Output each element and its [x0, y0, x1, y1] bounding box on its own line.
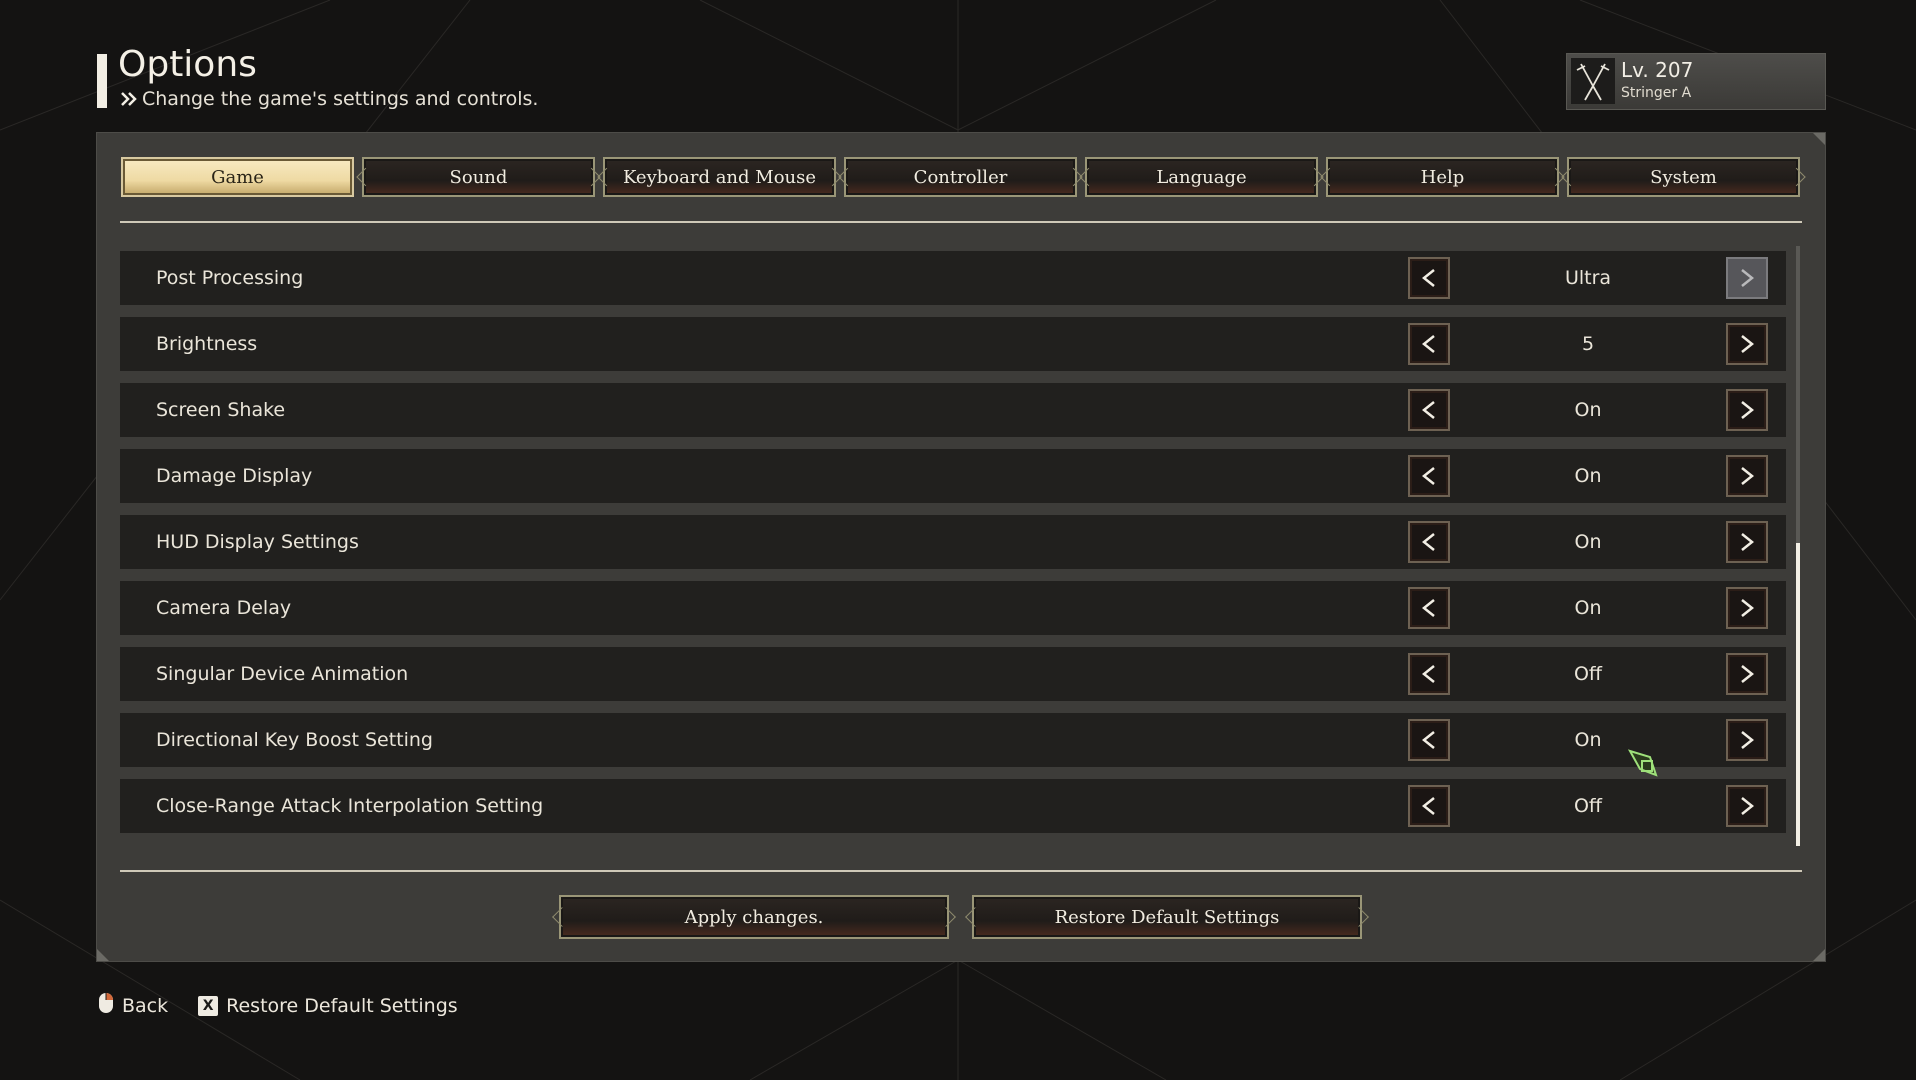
chevron-right-icon	[1741, 269, 1755, 287]
setting-row-brightness[interactable]: Brightness 5	[120, 317, 1786, 371]
increase-button[interactable]	[1726, 257, 1768, 299]
back-hint[interactable]: Back	[98, 992, 168, 1019]
setting-row-post-processing[interactable]: Post Processing Ultra	[120, 251, 1786, 305]
chevron-right-icon	[1741, 335, 1755, 353]
chevron-left-icon	[1421, 797, 1435, 815]
setting-value: On	[1574, 531, 1602, 553]
decrease-button[interactable]	[1408, 389, 1450, 431]
setting-label: Singular Device Animation	[156, 663, 409, 685]
page-subtitle: Change the game's settings and controls.	[120, 88, 538, 110]
title-accent-bar	[97, 54, 107, 108]
setting-value: Off	[1573, 663, 1603, 685]
increase-button[interactable]	[1726, 521, 1768, 563]
panel-corner-decoration	[1813, 949, 1825, 961]
restore-hint[interactable]: X Restore Default Settings	[198, 995, 458, 1017]
setting-label: Brightness	[156, 333, 258, 355]
setting-value: On	[1574, 729, 1602, 751]
decrease-button[interactable]	[1408, 653, 1450, 695]
tab-language[interactable]: Language	[1085, 157, 1318, 197]
tab-system[interactable]: System	[1567, 157, 1800, 197]
setting-row-damage-display[interactable]: Damage Display On	[120, 449, 1786, 503]
restore-defaults-button[interactable]: Restore Default Settings	[972, 895, 1362, 939]
decrease-button[interactable]	[1408, 785, 1450, 827]
page-title: Options	[118, 44, 257, 85]
chevron-left-icon	[1421, 401, 1435, 419]
chevron-left-icon	[1421, 269, 1435, 287]
setting-value: Off	[1573, 795, 1603, 817]
chevron-left-icon	[1421, 731, 1435, 749]
increase-button[interactable]	[1726, 719, 1768, 761]
subtitle-text: Change the game's settings and controls.	[142, 88, 539, 110]
divider	[120, 870, 1802, 872]
setting-value: Ultra	[1564, 267, 1612, 289]
setting-value: 5	[1581, 333, 1595, 355]
options-panel: Game Sound Keyboard and Mouse Controller…	[96, 132, 1826, 962]
setting-label: Close-Range Attack Interpolation Setting	[156, 795, 544, 817]
chevron-right-icon	[1741, 797, 1755, 815]
chevron-left-icon	[1421, 665, 1435, 683]
chevron-right-icon	[1741, 401, 1755, 419]
increase-button[interactable]	[1726, 455, 1768, 497]
divider	[120, 221, 1802, 223]
setting-label: Screen Shake	[156, 399, 286, 421]
chevron-left-icon	[1421, 335, 1435, 353]
mouse-icon	[98, 992, 114, 1019]
x-key-icon: X	[198, 995, 219, 1016]
scrollbar-thumb[interactable]	[1796, 543, 1800, 846]
chevron-left-icon	[1421, 599, 1435, 617]
player-level: Lv. 207	[1621, 58, 1694, 82]
setting-label: Post Processing	[156, 267, 304, 289]
tab-bar: Game Sound Keyboard and Mouse Controller…	[121, 157, 1800, 197]
setting-label: Camera Delay	[156, 597, 292, 619]
increase-button[interactable]	[1726, 323, 1768, 365]
player-badge: Lv. 207 Stringer A	[1566, 53, 1826, 110]
double-chevron-icon	[121, 92, 137, 106]
setting-value: On	[1574, 597, 1602, 619]
apply-changes-button[interactable]: Apply changes.	[559, 895, 949, 939]
game-cursor-icon	[1628, 749, 1658, 777]
increase-button[interactable]	[1726, 653, 1768, 695]
chevron-right-icon	[1741, 665, 1755, 683]
settings-list: Post Processing Ultra Brightness 5 Scree…	[120, 251, 1786, 845]
increase-button[interactable]	[1726, 389, 1768, 431]
restore-label: Restore Default Settings	[226, 994, 458, 1017]
setting-row-directional-key-boost[interactable]: Directional Key Boost Setting On	[120, 713, 1786, 767]
tab-help[interactable]: Help	[1326, 157, 1559, 197]
setting-label: Damage Display	[156, 465, 313, 487]
decrease-button[interactable]	[1408, 587, 1450, 629]
setting-row-camera-delay[interactable]: Camera Delay On	[120, 581, 1786, 635]
decrease-button[interactable]	[1408, 521, 1450, 563]
class-emblem-icon	[1571, 58, 1615, 104]
back-label: Back	[122, 994, 169, 1017]
decrease-button[interactable]	[1408, 257, 1450, 299]
chevron-right-icon	[1741, 599, 1755, 617]
decrease-button[interactable]	[1408, 719, 1450, 761]
panel-corner-decoration	[1813, 133, 1825, 145]
tab-keyboard-and-mouse[interactable]: Keyboard and Mouse	[603, 157, 836, 197]
tab-sound[interactable]: Sound	[362, 157, 595, 197]
increase-button[interactable]	[1726, 587, 1768, 629]
panel-corner-decoration	[97, 949, 109, 961]
setting-row-singular-device-animation[interactable]: Singular Device Animation Off	[120, 647, 1786, 701]
decrease-button[interactable]	[1408, 323, 1450, 365]
setting-row-screen-shake[interactable]: Screen Shake On	[120, 383, 1786, 437]
chevron-left-icon	[1421, 467, 1435, 485]
footer-hints: Back X Restore Default Settings	[98, 992, 488, 1019]
setting-value: On	[1574, 399, 1602, 421]
tab-controller[interactable]: Controller	[844, 157, 1077, 197]
chevron-right-icon	[1741, 467, 1755, 485]
tab-game[interactable]: Game	[121, 157, 354, 197]
setting-label: HUD Display Settings	[156, 531, 359, 553]
chevron-left-icon	[1421, 533, 1435, 551]
setting-label: Directional Key Boost Setting	[156, 729, 433, 751]
setting-row-hud-display[interactable]: HUD Display Settings On	[120, 515, 1786, 569]
player-class: Stringer A	[1621, 85, 1692, 101]
decrease-button[interactable]	[1408, 455, 1450, 497]
setting-value: On	[1574, 465, 1602, 487]
chevron-right-icon	[1741, 533, 1755, 551]
increase-button[interactable]	[1726, 785, 1768, 827]
chevron-right-icon	[1741, 731, 1755, 749]
setting-row-close-range-attack-interpolation[interactable]: Close-Range Attack Interpolation Setting…	[120, 779, 1786, 833]
